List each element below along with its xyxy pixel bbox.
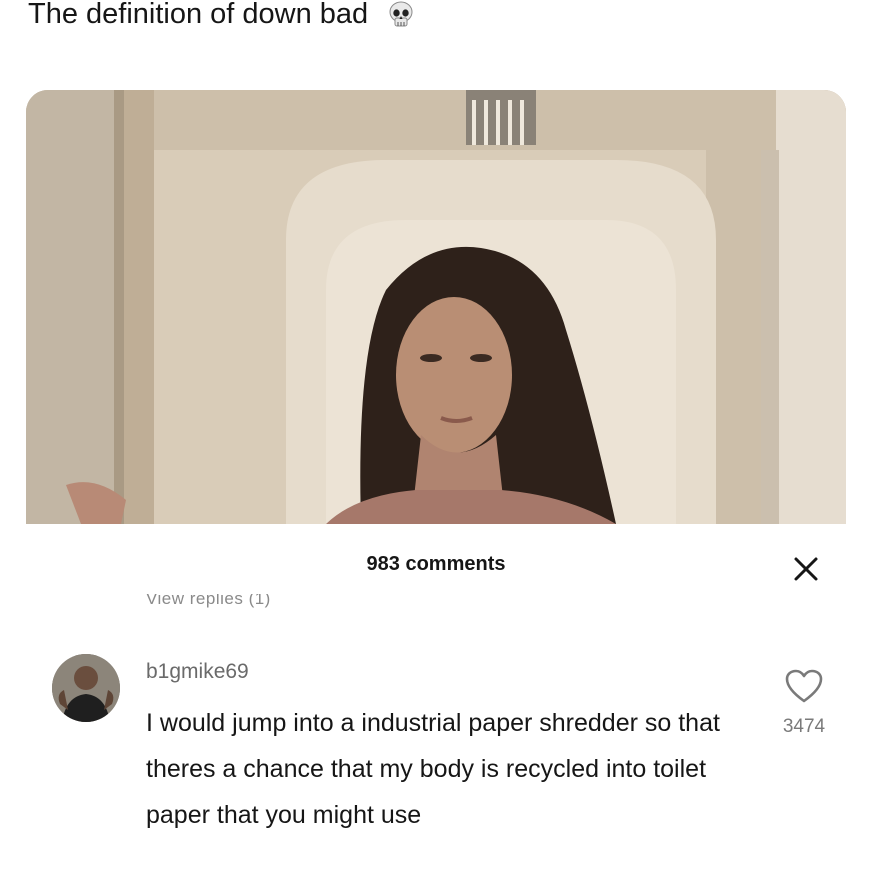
caption-text: The definition of down bad [28,0,369,30]
comment-username[interactable]: b1gmike69 [146,660,249,684]
video-frame[interactable] [26,90,846,524]
view-replies-label: View replies (1) [146,594,271,608]
heart-outline-icon [785,669,823,703]
comments-count: 983 comments [366,553,506,575]
like-button[interactable] [784,669,824,705]
post-caption: The definition of down bad [28,0,416,34]
close-button[interactable] [790,553,822,585]
like-count: 3474 [782,716,826,737]
view-replies-link[interactable]: View replies (1) [146,594,271,608]
close-icon [794,557,818,581]
skull-icon [386,0,416,30]
avatar[interactable] [52,654,120,722]
comment-text: I would jump into a industrial paper shr… [146,709,720,829]
